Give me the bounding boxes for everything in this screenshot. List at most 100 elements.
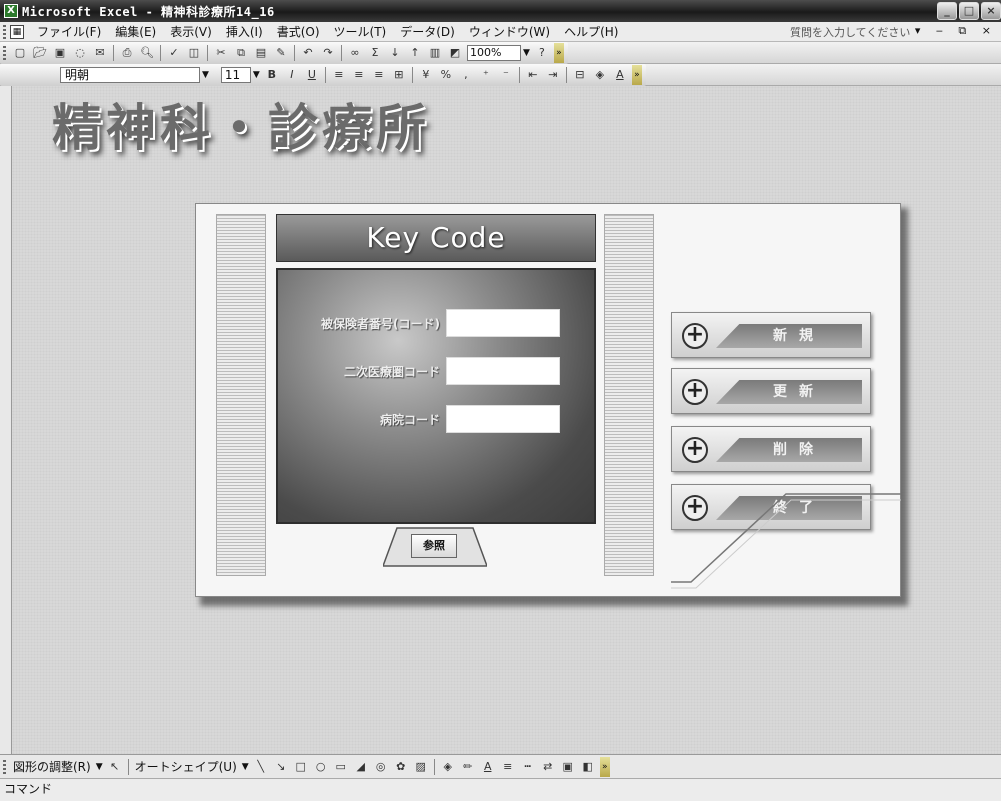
hospital-code-input[interactable] (446, 405, 560, 433)
increase-decimal-icon[interactable]: ⁺ (477, 66, 495, 84)
help-icon[interactable]: ? (533, 44, 551, 62)
line-style-icon[interactable]: ≡ (499, 758, 517, 776)
hyperlink-icon[interactable]: ∞ (346, 44, 364, 62)
decrease-decimal-icon[interactable]: ⁻ (497, 66, 515, 84)
paste-icon[interactable]: ▤ (252, 44, 270, 62)
currency-icon[interactable]: ¥ (417, 66, 435, 84)
chevron-down-icon[interactable]: ▼ (96, 762, 103, 772)
clipart-icon[interactable]: ✿ (392, 758, 410, 776)
menu-help[interactable]: ヘルプ(H) (557, 23, 625, 40)
rectangle-icon[interactable]: □ (292, 758, 310, 776)
chevron-down-icon[interactable]: ▼ (242, 762, 249, 772)
italic-button[interactable]: I (283, 66, 301, 84)
shadow-style-icon[interactable]: ▣ (559, 758, 577, 776)
oval-icon[interactable]: ○ (312, 758, 330, 776)
align-left-icon[interactable]: ≡ (330, 66, 348, 84)
new-icon[interactable]: ▢ (11, 44, 29, 62)
line-icon[interactable]: ╲ (252, 758, 270, 776)
toolbar-grip[interactable] (3, 24, 6, 39)
font-size-select[interactable]: 11 (220, 66, 251, 83)
diagram-icon[interactable]: ◎ (372, 758, 390, 776)
draw-menu[interactable]: 図形の調整(R) (10, 758, 94, 775)
percent-icon[interactable]: % (437, 66, 455, 84)
reference-tab: 参照 (383, 526, 487, 568)
reference-button[interactable]: 参照 (411, 534, 457, 558)
textbox-icon[interactable]: ▭ (332, 758, 350, 776)
font-color-icon[interactable]: A (611, 66, 629, 84)
print-icon[interactable]: ⎙ (118, 44, 136, 62)
font-color-icon[interactable]: A (479, 758, 497, 776)
select-objects-icon[interactable]: ↖ (106, 758, 124, 776)
toolbar-options-icon[interactable]: » (553, 42, 564, 63)
chevron-down-icon[interactable]: ▼ (253, 70, 260, 80)
line-color-icon[interactable]: ✏ (459, 758, 477, 776)
picture-icon[interactable]: ▨ (412, 758, 430, 776)
align-center-icon[interactable]: ≡ (350, 66, 368, 84)
cut-icon[interactable]: ✂ (212, 44, 230, 62)
copy-icon[interactable]: ⧉ (232, 44, 250, 62)
menu-window[interactable]: ウィンドウ(W) (462, 23, 557, 40)
arrow-style-icon[interactable]: ⇄ (539, 758, 557, 776)
help-question-input[interactable]: 質問を入力してください (790, 24, 910, 40)
toolbar-grip[interactable] (3, 759, 6, 774)
font-name-select[interactable]: 明朝 (60, 66, 200, 83)
delete-button[interactable]: + 削除 (671, 426, 871, 472)
autosum-icon[interactable]: Σ (366, 44, 384, 62)
toolbar-separator (324, 66, 326, 83)
new-button[interactable]: + 新規 (671, 312, 871, 358)
chevron-down-icon[interactable]: ▼ (523, 48, 530, 58)
comma-icon[interactable]: , (457, 66, 475, 84)
page-title: 精神科・診療所 (52, 98, 430, 157)
chevron-down-icon[interactable]: ▼ (202, 70, 209, 80)
menu-tools[interactable]: ツール(T) (327, 23, 394, 40)
menu-data[interactable]: データ(D) (393, 23, 462, 40)
fill-color-icon[interactable]: ◈ (591, 66, 609, 84)
sort-ascending-icon[interactable]: ↓ (386, 44, 404, 62)
permission-icon[interactable]: ◌ (71, 44, 89, 62)
zoom-select[interactable]: 100% (467, 44, 521, 61)
toolbar-options-icon[interactable]: » (599, 756, 610, 777)
workbook-window-controls[interactable]: ▾ ‒ ⧉ × (915, 24, 997, 38)
align-right-icon[interactable]: ≡ (370, 66, 388, 84)
workbook-icon[interactable]: ▦ (10, 24, 24, 39)
research-icon[interactable]: ◫ (185, 44, 203, 62)
toolbar-options-icon[interactable]: » (631, 64, 642, 85)
menu-format[interactable]: 書式(O) (270, 23, 327, 40)
chart-wizard-icon[interactable]: ▥ (426, 44, 444, 62)
print-preview-icon[interactable]: 🔍︎ (138, 44, 156, 62)
bold-button[interactable]: B (263, 66, 281, 84)
exit-button[interactable]: + 終了 (671, 484, 871, 530)
menu-edit[interactable]: 編集(E) (108, 23, 163, 40)
secondary-area-input[interactable] (446, 357, 560, 385)
decrease-indent-icon[interactable]: ⇤ (524, 66, 542, 84)
sort-descending-icon[interactable]: ↑ (406, 44, 424, 62)
drawing-icon[interactable]: ◩ (446, 44, 464, 62)
underline-button[interactable]: U (303, 66, 321, 84)
update-button[interactable]: + 更新 (671, 368, 871, 414)
minimize-button[interactable]: _ (937, 2, 957, 20)
dash-style-icon[interactable]: ┅ (519, 758, 537, 776)
fill-color-icon[interactable]: ◈ (439, 758, 457, 776)
insured-number-input[interactable] (446, 309, 560, 337)
save-icon[interactable]: ▣ (51, 44, 69, 62)
spelling-icon[interactable]: ✓ (165, 44, 183, 62)
redo-icon[interactable]: ↷ (319, 44, 337, 62)
merge-center-icon[interactable]: ⊞ (390, 66, 408, 84)
menu-insert[interactable]: 挿入(I) (219, 23, 270, 40)
open-icon[interactable]: 📂︎ (31, 44, 49, 62)
menu-view[interactable]: 表示(V) (163, 23, 219, 40)
close-button[interactable]: × (981, 2, 1001, 20)
increase-indent-icon[interactable]: ⇥ (544, 66, 562, 84)
undo-icon[interactable]: ↶ (299, 44, 317, 62)
arrow-icon[interactable]: ↘ (272, 758, 290, 776)
borders-icon[interactable]: ⊟ (571, 66, 589, 84)
3d-style-icon[interactable]: ◧ (579, 758, 597, 776)
menu-bar: ▦ ファイル(F) 編集(E) 表示(V) 挿入(I) 書式(O) ツール(T)… (0, 22, 1001, 42)
toolbar-grip[interactable] (3, 45, 6, 60)
menu-file[interactable]: ファイル(F) (30, 23, 108, 40)
autoshapes-menu[interactable]: オートシェイプ(U) (132, 758, 240, 775)
format-painter-icon[interactable]: ✎ (272, 44, 290, 62)
email-icon[interactable]: ✉ (91, 44, 109, 62)
wordart-icon[interactable]: ◢ (352, 758, 370, 776)
maximize-button[interactable]: □ (959, 2, 979, 20)
